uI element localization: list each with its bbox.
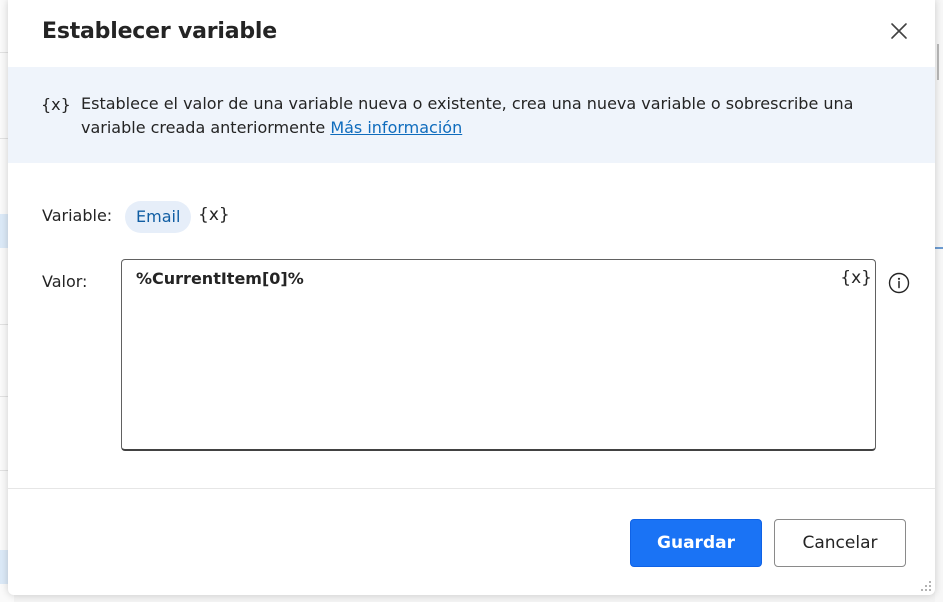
footer-divider xyxy=(8,488,935,489)
info-description: Establece el valor de una variable nueva… xyxy=(81,92,916,140)
variable-icon: {x} xyxy=(41,95,71,114)
valor-label: Valor: xyxy=(42,272,88,291)
bg-scrollbar xyxy=(937,44,939,80)
variable-name-chip[interactable]: Email xyxy=(125,201,192,233)
info-description-text: Establece el valor de una variable nueva… xyxy=(81,94,854,137)
valor-input[interactable]: %CurrentItem[0]% {x} xyxy=(121,259,876,451)
resize-grip-icon[interactable] xyxy=(918,578,932,592)
close-icon[interactable] xyxy=(888,20,910,42)
info-circle-icon[interactable] xyxy=(888,272,910,294)
valor-variable-picker-icon[interactable]: {x} xyxy=(840,268,872,288)
variable-label: Variable: xyxy=(42,206,113,225)
save-button[interactable]: Guardar xyxy=(630,519,762,567)
more-info-link[interactable]: Más información xyxy=(330,118,462,137)
variable-picker-icon[interactable]: {x} xyxy=(198,205,230,225)
cancel-button[interactable]: Cancelar xyxy=(774,519,906,567)
save-button-label: Guardar xyxy=(657,533,735,553)
background-app-right-edge xyxy=(935,0,943,602)
cancel-button-label: Cancelar xyxy=(802,533,878,553)
valor-input-text: %CurrentItem[0]% xyxy=(136,269,304,288)
dialog-title: Establecer variable xyxy=(42,19,277,44)
set-variable-dialog: Establecer variable {x} Establece el val… xyxy=(8,0,935,595)
bg-accent-line xyxy=(935,247,943,249)
